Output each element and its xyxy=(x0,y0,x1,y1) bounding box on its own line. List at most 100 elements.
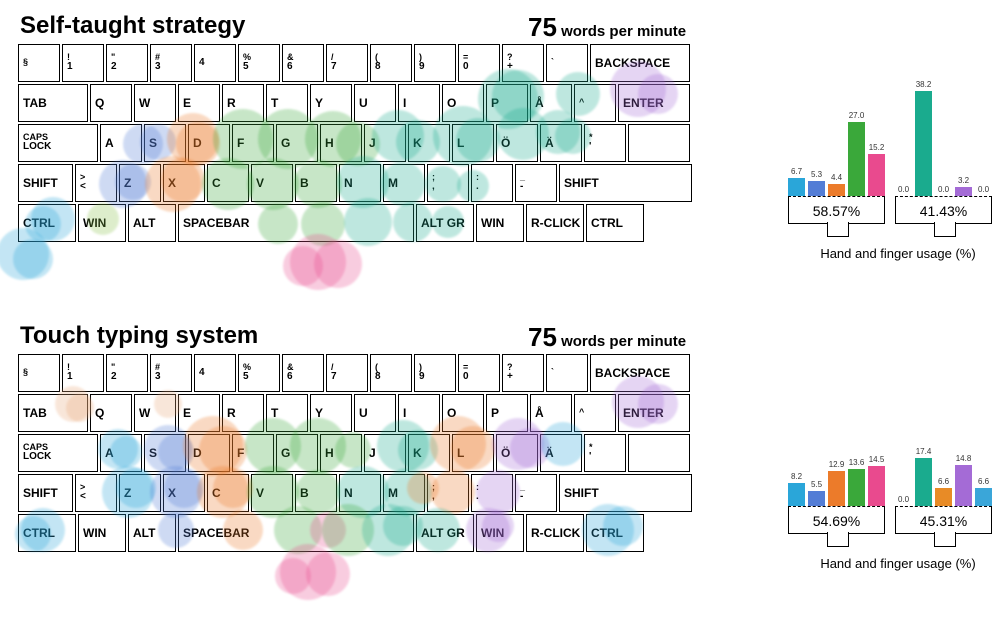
keycap: BACKSPACE xyxy=(590,44,690,82)
keycap: K xyxy=(408,434,450,472)
keycap: U xyxy=(354,394,396,432)
self-taught-panel: Self-taught strategy75 words per minute§… xyxy=(18,12,982,312)
bar-value-label: 8.2 xyxy=(791,472,802,481)
keycap: I xyxy=(398,84,440,122)
keycap: Å xyxy=(530,394,572,432)
keycap: Q xyxy=(90,394,132,432)
keycap: X xyxy=(163,474,205,512)
keycap: *' xyxy=(584,124,626,162)
keycap: !1 xyxy=(62,354,104,392)
keycap: D xyxy=(188,124,230,162)
keycap: )9 xyxy=(414,44,456,82)
chart-axis-label: Hand and finger usage (%) xyxy=(788,246,1000,261)
keycap: R-CLICK xyxy=(526,514,584,552)
keycap: _- xyxy=(515,474,557,512)
keycap: B xyxy=(295,474,337,512)
keycap: K xyxy=(408,124,450,162)
keycap: ALT GR xyxy=(416,204,474,242)
bar-value-label: 6.6 xyxy=(978,477,989,486)
bar xyxy=(915,91,932,196)
keycap: A xyxy=(100,124,142,162)
bar xyxy=(955,465,972,506)
bar-value-label: 6.7 xyxy=(791,167,802,176)
keycap: =0 xyxy=(458,44,500,82)
bar-value-label: 17.4 xyxy=(916,447,932,456)
bar xyxy=(915,458,932,506)
keycap: Y xyxy=(310,84,352,122)
right-hand-total: 45.31% xyxy=(895,507,992,534)
keycap: B xyxy=(295,164,337,202)
keycap: SPACEBAR xyxy=(178,204,414,242)
keycap: R xyxy=(222,394,264,432)
keycap: C xyxy=(207,164,249,202)
keycap: CTRL xyxy=(586,514,644,552)
keycap: S xyxy=(144,124,186,162)
keycap: (8 xyxy=(370,354,412,392)
keycap: J xyxy=(364,434,406,472)
keycap: SHIFT xyxy=(559,164,692,202)
keycap: ^ xyxy=(574,394,616,432)
keycap: E xyxy=(178,84,220,122)
keycap: !1 xyxy=(62,44,104,82)
keycap: )9 xyxy=(414,354,456,392)
bar-value-label: 3.2 xyxy=(958,176,969,185)
keycap: :. xyxy=(471,474,513,512)
keycap: P xyxy=(486,84,528,122)
keycap: A xyxy=(100,434,142,472)
keycap: ?+ xyxy=(502,354,544,392)
keycap: Q xyxy=(90,84,132,122)
keycap: CTRL xyxy=(586,204,644,242)
keycap: TAB xyxy=(18,84,88,122)
keycap: M xyxy=(383,164,425,202)
bar-value-label: 0.0 xyxy=(898,185,909,194)
keycap: J xyxy=(364,124,406,162)
keycap: WIN xyxy=(476,514,524,552)
wpm-value: 75 xyxy=(528,12,557,42)
keycap: N xyxy=(339,164,381,202)
bar-value-label: 38.2 xyxy=(916,80,932,89)
keycap: ?+ xyxy=(502,44,544,82)
keycap: >< xyxy=(75,164,117,202)
keycap xyxy=(628,434,690,472)
keycap: CAPSLOCK xyxy=(18,434,98,472)
keycap: (8 xyxy=(370,44,412,82)
keycap: D xyxy=(188,434,230,472)
keycap: F xyxy=(232,124,274,162)
keycap: Å xyxy=(530,84,572,122)
keycap: G xyxy=(276,434,318,472)
panel-title: Self-taught strategy xyxy=(20,12,982,40)
keyboard: §!1"2#34%5&6/7(8)9=0?+`BACKSPACETABQWERT… xyxy=(18,354,768,552)
keycap: =0 xyxy=(458,354,500,392)
keycap: S xyxy=(144,434,186,472)
keycap: SHIFT xyxy=(18,164,73,202)
keycap: W xyxy=(134,394,176,432)
keycap: I xyxy=(398,394,440,432)
keycap: Z xyxy=(119,164,161,202)
bar xyxy=(868,154,885,196)
keycap: W xyxy=(134,84,176,122)
bar xyxy=(975,488,992,506)
bar xyxy=(848,469,865,506)
keycap: &6 xyxy=(282,354,324,392)
bar-value-label: 5.5 xyxy=(811,480,822,489)
keycap: ALT GR xyxy=(416,514,474,552)
keycap: ALT xyxy=(128,204,176,242)
keycap: T xyxy=(266,394,308,432)
keycap: CTRL xyxy=(18,204,76,242)
keycap: WIN xyxy=(476,204,524,242)
keycap: ;, xyxy=(427,164,469,202)
bar-value-label: 4.4 xyxy=(831,173,842,182)
keycap: Ä xyxy=(540,124,582,162)
left-hand-bars: 6.75.34.427.015.2 xyxy=(788,67,885,197)
keycap: Y xyxy=(310,394,352,432)
keycap: G xyxy=(276,124,318,162)
panel-title: Touch typing system xyxy=(20,322,982,350)
keycap: ENTER xyxy=(618,84,690,122)
bar xyxy=(788,483,805,506)
keycap: *' xyxy=(584,434,626,472)
left-hand-total: 54.69% xyxy=(788,507,885,534)
keycap: BACKSPACE xyxy=(590,354,690,392)
keycap: CAPSLOCK xyxy=(18,124,98,162)
keycap: L xyxy=(452,124,494,162)
keycap: V xyxy=(251,164,293,202)
